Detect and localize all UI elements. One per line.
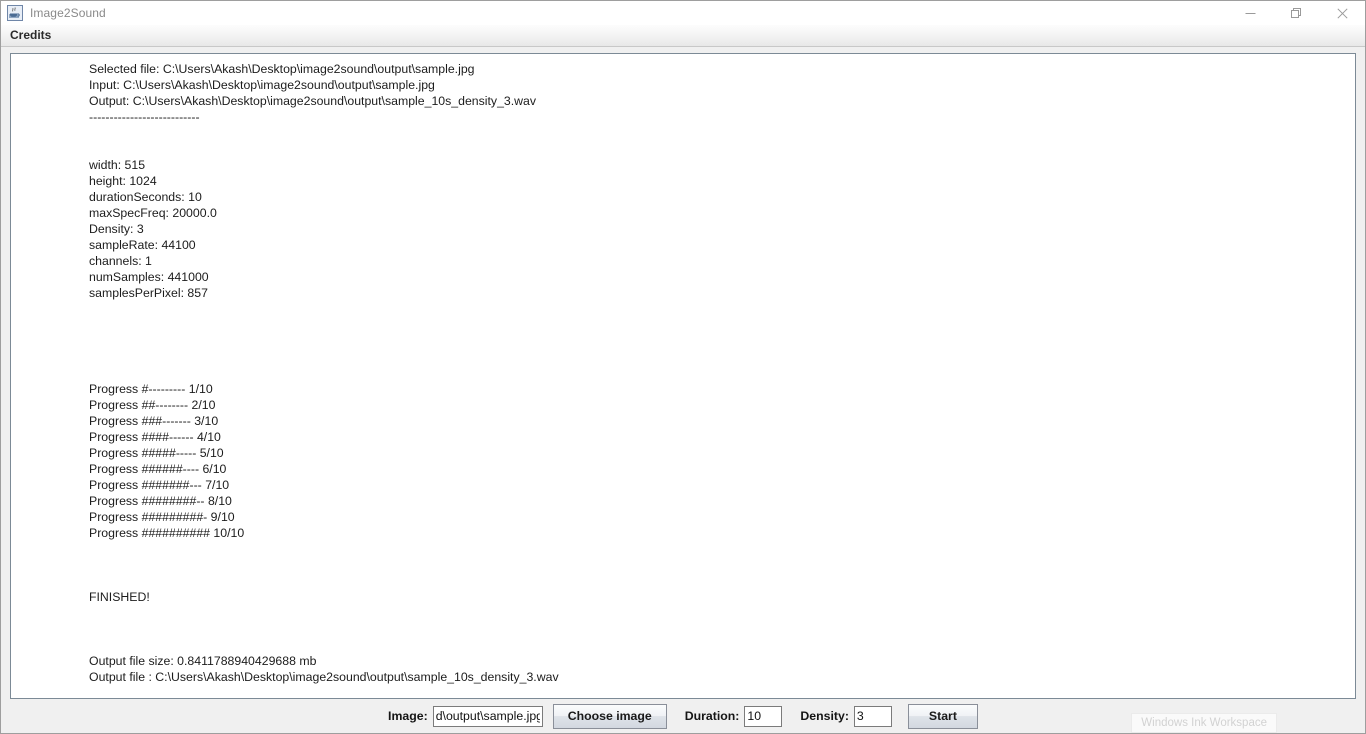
console-line: FINISHED!	[89, 590, 150, 604]
console-line: Progress ########-- 8/10	[89, 494, 232, 508]
duration-label: Duration:	[684, 709, 740, 723]
title-bar: Image2Sound	[1, 1, 1365, 25]
console-line: samplesPerPixel: 857	[89, 286, 208, 300]
window-title: Image2Sound	[30, 6, 106, 20]
console-line: maxSpecFreq: 20000.0	[89, 206, 217, 220]
control-bar: Image: Choose image Duration: Density: S…	[1, 699, 1365, 733]
density-label: Density:	[800, 709, 849, 723]
console-line: numSamples: 441000	[89, 270, 209, 284]
console-line: Selected file: C:\Users\Akash\Desktop\im…	[89, 62, 475, 76]
console-line: Progress ####------ 4/10	[89, 430, 221, 444]
start-button[interactable]: Start	[907, 703, 978, 729]
console-line: Progress #########- 9/10	[89, 510, 235, 524]
console-line: Progress ########## 10/10	[89, 526, 245, 540]
console-line: Progress ###------- 3/10	[89, 414, 219, 428]
console-line: Progress ##-------- 2/10	[89, 398, 216, 412]
close-icon[interactable]	[1319, 1, 1365, 25]
console-line: Output file : C:\Users\Akash\Desktop\ima…	[89, 670, 559, 684]
console-line: Output: C:\Users\Akash\Desktop\image2sou…	[89, 94, 537, 108]
application-window: Image2Sound Credits Selected file: C:\Us…	[0, 0, 1366, 734]
console-container: Selected file: C:\Users\Akash\Desktop\im…	[1, 47, 1365, 699]
restore-icon[interactable]	[1273, 1, 1319, 25]
image-path-input[interactable]	[432, 705, 543, 727]
console-output-area[interactable]: Selected file: C:\Users\Akash\Desktop\im…	[10, 53, 1356, 699]
console-line: width: 515	[89, 158, 146, 172]
duration-input[interactable]	[744, 705, 783, 727]
console-line: Progress #--------- 1/10	[89, 382, 213, 396]
menu-bar: Credits	[1, 25, 1365, 47]
windows-ink-workspace-button[interactable]: Windows Ink Workspace	[1131, 713, 1277, 733]
console-line: height: 1024	[89, 174, 157, 188]
console-line: channels: 1	[89, 254, 152, 268]
image-label: Image:	[388, 709, 428, 723]
console-line: sampleRate: 44100	[89, 238, 196, 252]
choose-image-button[interactable]: Choose image	[552, 703, 667, 729]
console-line: Progress ######---- 6/10	[89, 462, 227, 476]
console-line: Input: C:\Users\Akash\Desktop\image2soun…	[89, 78, 435, 92]
minimize-icon[interactable]	[1227, 1, 1273, 25]
console-line: durationSeconds: 10	[89, 190, 202, 204]
console-line: Output file size: 0.8411788940429688 mb	[89, 654, 317, 668]
console-line: ---------------------------	[89, 110, 200, 124]
menu-item-credits[interactable]: Credits	[1, 25, 60, 46]
console-text: Selected file: C:\Users\Akash\Desktop\im…	[11, 54, 1355, 685]
window-controls	[1227, 1, 1365, 25]
windows-ink-workspace-label: Windows Ink Workspace	[1141, 717, 1267, 729]
console-line: Progress #####----- 5/10	[89, 446, 224, 460]
console-line: Progress #######--- 7/10	[89, 478, 230, 492]
density-input[interactable]	[853, 705, 892, 727]
java-coffee-cup-icon	[7, 5, 23, 21]
console-line: Density: 3	[89, 222, 144, 236]
